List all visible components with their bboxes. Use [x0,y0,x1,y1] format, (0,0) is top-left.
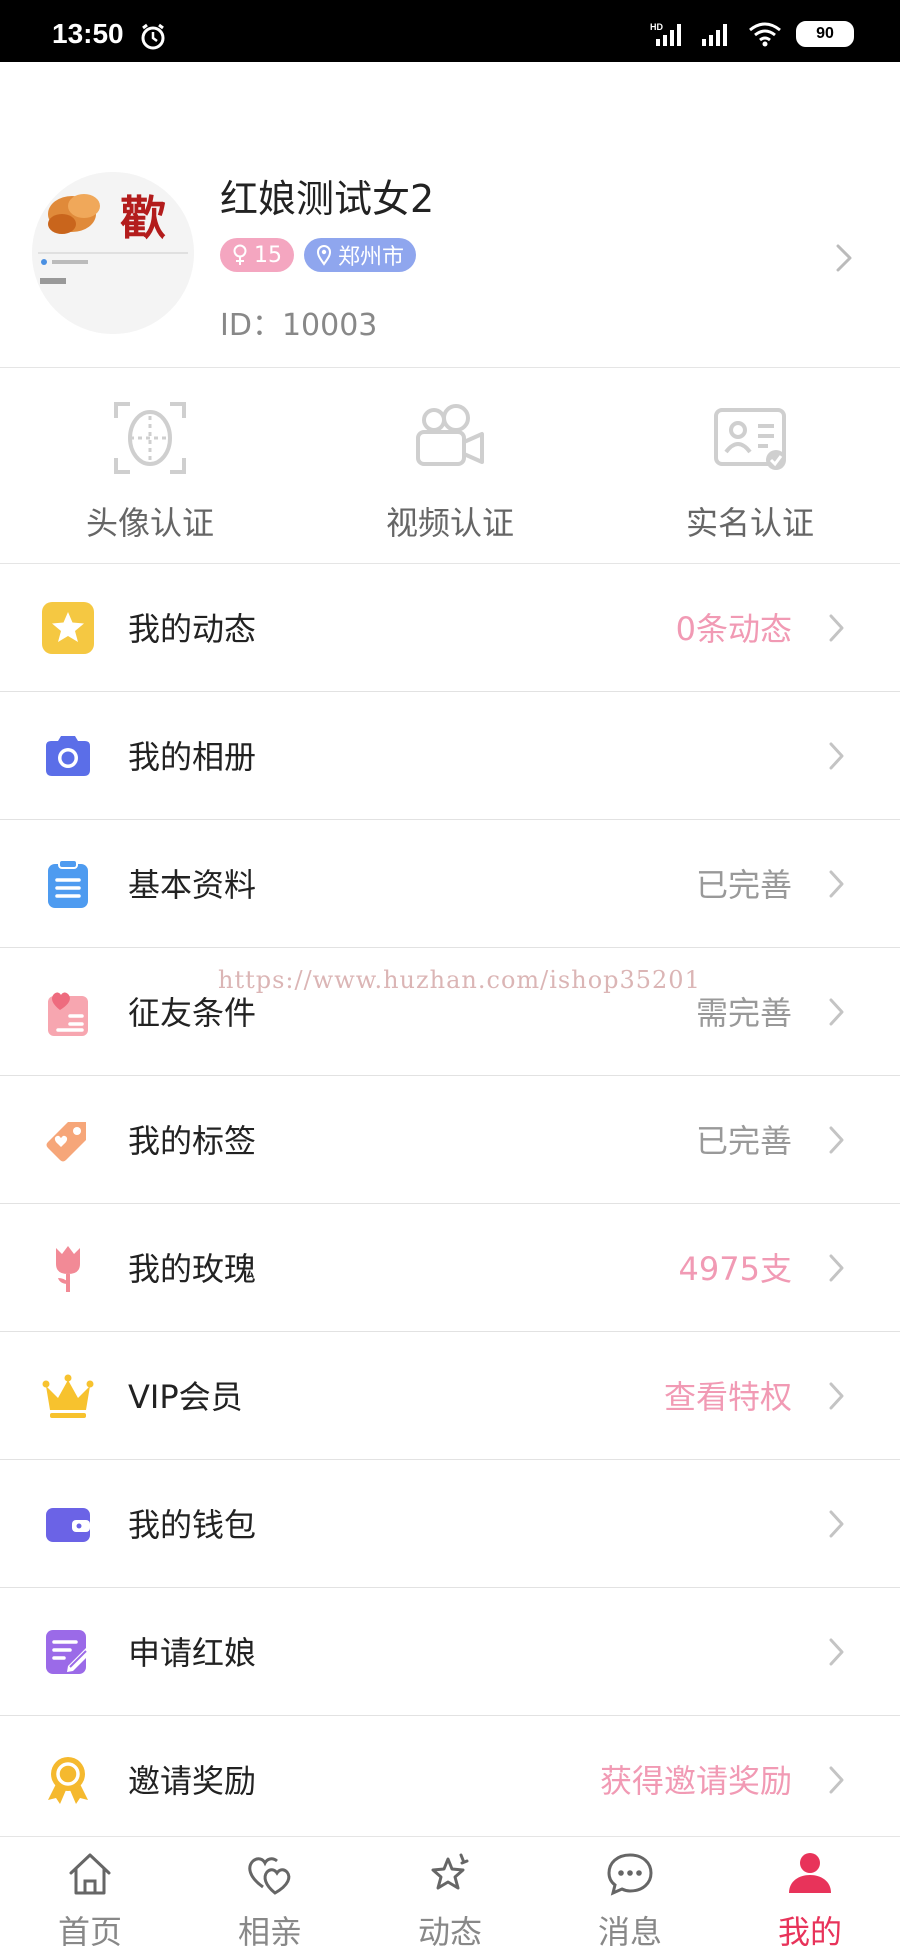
tab-mine[interactable]: 我的 [720,1837,900,1950]
tab-home[interactable]: 首页 [0,1837,180,1950]
menu-value: 查看特权 [663,1378,792,1416]
tab-dating[interactable]: 相亲 [180,1837,360,1950]
menu-item-my-wallet[interactable]: 我的钱包 [0,1460,900,1588]
menu-value: 4975支 [678,1250,792,1288]
user-id: ID：10003 [220,308,378,343]
chevron-right-icon [829,742,844,770]
menu-label: 基本资料 [128,866,257,904]
city-badge: 郑州市 [304,238,417,272]
tag-icon [46,1122,86,1162]
menu-label: 我的钱包 [128,1506,257,1544]
verify-avatar-button[interactable]: 头像认证 [0,368,300,563]
svg-text:HD: HD [650,22,663,32]
tab-messages[interactable]: 消息 [540,1837,720,1950]
tab-messages-label: 消息 [597,1913,662,1950]
chevron-right-icon [829,1510,844,1538]
verify-avatar-label: 头像认证 [85,504,214,542]
face-scan-icon [114,402,186,474]
watermark-text: https://www.huzhan.com/ishop35201 [218,966,701,994]
tab-dating-label: 相亲 [237,1913,302,1950]
verify-realname-button[interactable]: 实名认证 [600,368,900,563]
menu-label: VIP会员 [128,1378,243,1416]
profile-tags: 15 郑州市 [220,238,417,272]
star-stack-icon [431,1853,469,1890]
menu-label: 我的动态 [128,610,257,648]
menu-item-my-tags[interactable]: 我的标签 已完善 [0,1076,900,1204]
profile-name: 红娘测试女2 [220,177,435,221]
tab-moments[interactable]: 动态 [360,1837,540,1950]
chat-bubble-icon [607,1853,653,1896]
avatar-glyph: 歡 [120,191,166,245]
chevron-right-icon [829,1126,844,1154]
menu-label: 邀请奖励 [128,1762,257,1800]
age-value: 15 [254,242,282,268]
menu-item-my-album[interactable]: 我的相册 [0,692,900,820]
chevron-right-icon [836,244,852,272]
edit-form-icon [46,1630,91,1674]
rose-icon [56,1246,80,1292]
chevron-right-icon [829,1766,844,1794]
signal-icon [702,24,727,46]
battery-level: 90 [816,25,834,42]
chevron-right-icon [829,1254,844,1282]
menu-value: 获得邀请奖励 [599,1762,792,1800]
crown-icon [42,1374,94,1418]
menu-value: 0条动态 [675,610,792,648]
verification-row: 头像认证 视频认证 实名认证 [0,368,900,564]
menu-label: 征友条件 [128,994,257,1032]
menu-item-apply-matchmaker[interactable]: 申请红娘 [0,1588,900,1716]
hd-signal-icon: HD [650,22,681,46]
menu-item-invite-reward[interactable]: 邀请奖励 获得邀请奖励 [0,1716,900,1844]
menu-value: 已完善 [695,1122,792,1160]
menu-label: 我的玫瑰 [128,1250,257,1288]
avatar-image: 歡 [32,172,194,334]
wifi-icon [749,22,781,47]
home-icon [69,1853,111,1895]
tab-home-label: 首页 [57,1913,122,1950]
location-pin-icon [316,245,332,266]
star-icon [42,602,94,654]
city-value: 郑州市 [338,245,405,270]
chevron-right-icon [829,1638,844,1666]
chevron-right-icon [829,998,844,1026]
battery-indicator: 90 [796,21,854,47]
heart-list-icon [48,992,88,1036]
tab-moments-label: 动态 [417,1913,482,1950]
tab-mine-label: 我的 [777,1913,842,1950]
user-icon [789,1853,831,1893]
menu-value: 已完善 [695,866,792,904]
bottom-nav: 首页 相亲 动态 消息 我的 [0,1836,900,1950]
id-card-icon [714,408,786,470]
menu-list: 我的动态 0条动态 我的相册 基本资料 已完善 征友条件 需完善 我的标签 已完… [0,564,900,1844]
video-camera-icon [416,404,484,466]
female-icon [233,244,247,265]
wallet-icon [46,1508,90,1542]
status-bar: 13:50 HD 90 [0,0,900,62]
profile-header[interactable]: 歡 红娘测试女2 15 郑州市 ID：10003 [0,62,900,368]
hearts-icon [248,1857,291,1895]
chevron-right-icon [829,614,844,642]
clipboard-icon [48,859,88,908]
chevron-right-icon [829,870,844,898]
camera-icon [46,736,90,776]
status-time: 13:50 [52,18,124,49]
chevron-right-icon [829,1382,844,1410]
verify-video-button[interactable]: 视频认证 [300,368,600,563]
avatar[interactable]: 歡 [32,172,194,334]
menu-label: 申请红娘 [128,1634,257,1672]
menu-item-vip[interactable]: VIP会员 查看特权 [0,1332,900,1460]
alarm-icon [141,23,165,50]
verify-video-label: 视频认证 [385,504,514,542]
medal-icon [48,1757,88,1804]
menu-label: 我的相册 [128,738,257,776]
verify-realname-label: 实名认证 [685,504,814,542]
menu-label: 我的标签 [128,1122,257,1160]
menu-item-my-roses[interactable]: 我的玫瑰 4975支 [0,1204,900,1332]
menu-item-my-moments[interactable]: 我的动态 0条动态 [0,564,900,692]
menu-value: 需完善 [695,994,792,1032]
age-badge: 15 [220,238,294,272]
menu-item-basic-info[interactable]: 基本资料 已完善 [0,820,900,948]
